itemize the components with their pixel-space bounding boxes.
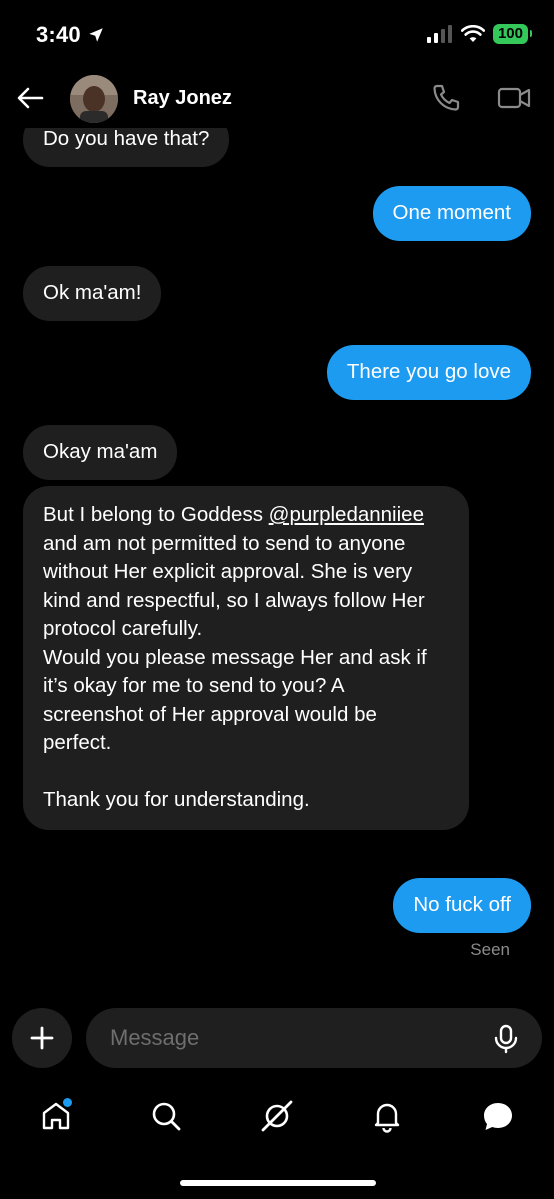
search-icon (152, 1102, 181, 1131)
status-bar: 3:40 100 (0, 0, 554, 70)
notification-badge (63, 1098, 72, 1107)
mention-link[interactable]: @purpledanniiee (269, 503, 424, 526)
avatar-image (70, 75, 118, 123)
status-time: 3:40 (36, 22, 105, 48)
video-call-button[interactable] (496, 82, 532, 114)
location-arrow-icon (89, 28, 103, 42)
message-thread[interactable]: Do you have that? One moment Ok ma'am! T… (0, 0, 554, 990)
contact-name[interactable]: Ray Jonez (133, 87, 232, 110)
nav-grok[interactable] (259, 1098, 295, 1134)
avatar[interactable] (70, 75, 118, 123)
back-button[interactable] (14, 82, 46, 114)
back-arrow-icon (17, 87, 44, 109)
conversation-header: Ray Jonez (0, 70, 554, 128)
bottom-navigation (0, 1090, 554, 1150)
cellular-signal-icon (426, 25, 452, 43)
message-text: One moment (392, 201, 512, 224)
call-button[interactable] (430, 82, 462, 114)
nav-notifications[interactable] (369, 1098, 405, 1134)
message-text: No fuck off (413, 893, 511, 916)
message-bubble-outgoing[interactable]: There you go love (326, 345, 531, 400)
message-text: There you go love (346, 360, 511, 383)
message-text: Ok ma'am! (43, 281, 142, 304)
clock: 3:40 (36, 22, 81, 47)
nav-messages[interactable] (480, 1098, 516, 1134)
nav-home[interactable] (38, 1098, 74, 1134)
message-composer (0, 1006, 554, 1070)
message-text: and am not permitted to send to anyone w… (43, 531, 427, 812)
seen-receipt: Seen (470, 940, 510, 959)
message-text: Okay ma'am (43, 440, 158, 463)
plus-icon (30, 1026, 54, 1050)
message-bubble-outgoing[interactable]: No fuck off (393, 878, 531, 933)
status-indicators: 100 (426, 24, 533, 44)
grok-icon (261, 1100, 293, 1132)
message-text: But I belong to Goddess (43, 503, 269, 526)
battery-indicator: 100 (492, 24, 533, 44)
voice-message-button[interactable] (492, 1024, 520, 1054)
message-input[interactable] (86, 1008, 542, 1068)
bell-icon (374, 1103, 400, 1133)
wifi-icon (460, 25, 485, 42)
video-camera-icon (497, 87, 531, 109)
add-attachment-button[interactable] (12, 1008, 72, 1068)
microphone-icon (494, 1024, 518, 1054)
home-indicator[interactable] (180, 1180, 376, 1186)
message-bubble-outgoing[interactable]: One moment (372, 186, 531, 241)
message-bubble-incoming[interactable]: Okay ma'am (23, 425, 178, 480)
message-text: Do you have that? (43, 127, 210, 150)
message-bubble-incoming[interactable]: Ok ma'am! (23, 266, 162, 321)
messages-bubble-icon (484, 1103, 512, 1130)
message-bubble-incoming[interactable]: But I belong to Goddess @purpledanniiee … (23, 486, 469, 830)
nav-search[interactable] (148, 1098, 184, 1134)
phone-icon (433, 84, 460, 111)
